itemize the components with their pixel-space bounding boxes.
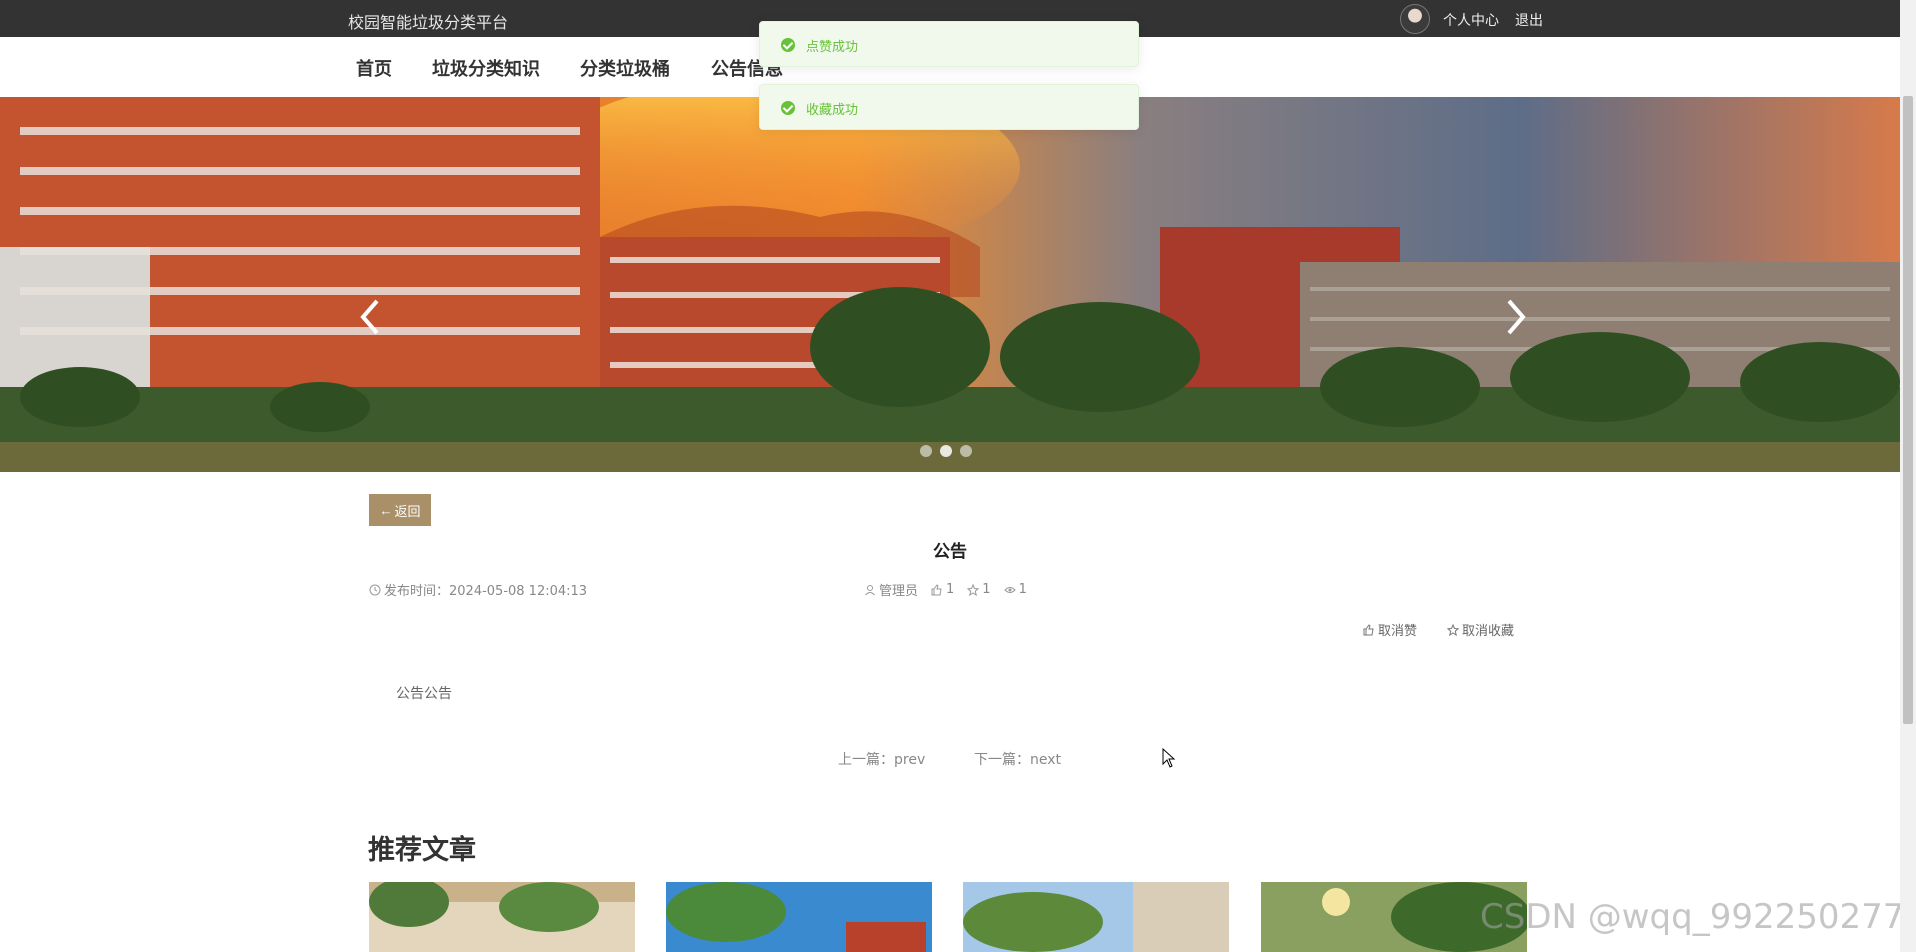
article-content: 公告公告 — [396, 686, 452, 702]
logout-link[interactable]: 退出 — [1515, 10, 1543, 30]
prev-article-link[interactable]: 上一篇：prev — [838, 749, 925, 769]
article-stats: 管理员 1 1 1 — [864, 580, 1027, 599]
back-button[interactable]: ← 返回 — [369, 494, 431, 526]
chevron-right-icon[interactable] — [1501, 297, 1531, 337]
recommend-card[interactable] — [369, 882, 635, 952]
scrollbar-thumb[interactable] — [1903, 96, 1913, 724]
next-article-link[interactable]: 下一篇：next — [974, 749, 1061, 769]
site-title: 校园智能垃圾分类平台 — [348, 13, 509, 32]
arrow-left-icon: ← — [379, 502, 393, 518]
mouse-cursor-icon — [1162, 748, 1176, 768]
chevron-left-icon[interactable] — [355, 297, 385, 337]
page-title: 公告 — [933, 542, 967, 562]
carousel-dot[interactable] — [940, 445, 952, 457]
nav-item-knowledge[interactable]: 垃圾分类知识 — [432, 55, 540, 81]
banner-image — [0, 97, 1900, 472]
carousel-dot[interactable] — [960, 445, 972, 457]
unlike-button[interactable]: 取消赞 — [1363, 620, 1417, 639]
unfavorite-button[interactable]: 取消收藏 — [1447, 620, 1514, 639]
unlike-label: 取消赞 — [1378, 624, 1418, 639]
back-button-label: 返回 — [394, 503, 421, 519]
user-icon — [865, 584, 875, 595]
like-count: 1 — [946, 582, 955, 597]
thumbs-up-icon — [931, 583, 942, 595]
carousel-dot[interactable] — [920, 445, 932, 457]
carousel-indicators — [920, 445, 972, 457]
unfavorite-label: 取消收藏 — [1462, 624, 1515, 639]
banner-carousel — [0, 97, 1900, 472]
view-count: 1 — [1018, 582, 1027, 597]
star-icon — [967, 583, 980, 596]
recommend-title: 推荐文章 — [368, 835, 476, 866]
publish-time-text: 发布时间：2024-05-08 12:04:13 — [384, 584, 588, 599]
avatar[interactable] — [1400, 4, 1430, 34]
eye-icon — [1003, 586, 1016, 593]
recommend-card[interactable] — [963, 882, 1229, 952]
user-center-link[interactable]: 个人中心 — [1443, 10, 1499, 30]
favorite-count: 1 — [982, 582, 991, 597]
success-check-icon — [781, 38, 795, 52]
recommend-card[interactable] — [666, 882, 932, 952]
nav-item-bins[interactable]: 分类垃圾桶 — [580, 55, 670, 81]
card-image — [369, 882, 635, 952]
toast-message: 点赞成功 — [806, 40, 859, 55]
card-image — [666, 882, 932, 952]
nav-item-home[interactable]: 首页 — [356, 55, 392, 81]
card-image — [963, 882, 1229, 952]
author-name: 管理员 — [879, 584, 919, 599]
toast-message: 收藏成功 — [806, 103, 859, 118]
watermark: CSDN @wqq_992250277 — [1480, 897, 1905, 937]
clock-icon — [369, 584, 381, 595]
toast-favorite-success: 收藏成功 — [759, 84, 1139, 130]
success-check-icon — [781, 101, 795, 115]
publish-time: 发布时间：2024-05-08 12:04:13 — [369, 580, 587, 599]
page-scrollbar[interactable] — [1900, 0, 1916, 952]
star-icon — [1447, 623, 1459, 636]
toast-like-success: 点赞成功 — [759, 21, 1139, 67]
thumbs-up-icon — [1363, 623, 1374, 635]
